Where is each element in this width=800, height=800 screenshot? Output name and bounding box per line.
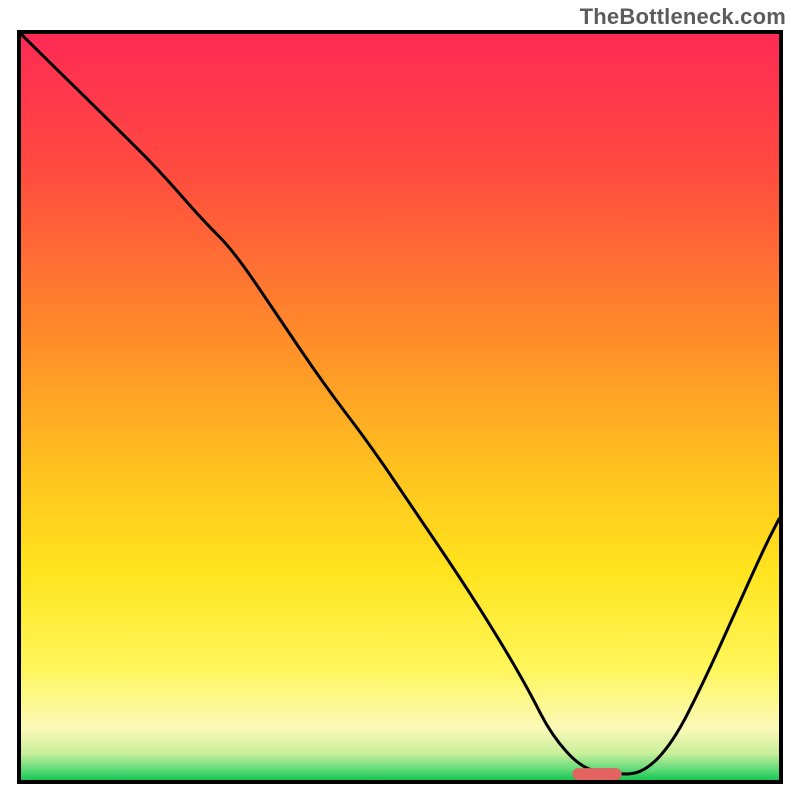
plot-area (21, 34, 779, 780)
optimal-marker (572, 768, 621, 780)
plot-border (17, 30, 783, 784)
chart-frame: TheBottleneck.com (0, 0, 800, 800)
plot-svg (21, 34, 779, 780)
watermark-label: TheBottleneck.com (580, 4, 786, 30)
